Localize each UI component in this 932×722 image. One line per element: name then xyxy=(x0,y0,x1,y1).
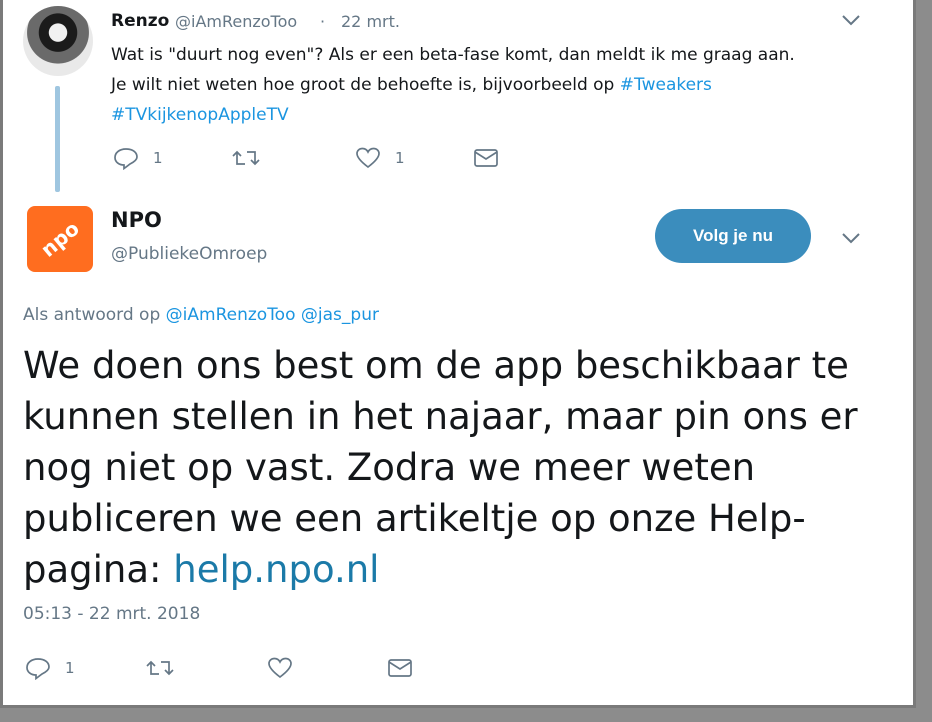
npo-direct-message-button[interactable] xyxy=(387,656,413,680)
mention-jas-pur[interactable]: @jas_pur xyxy=(301,305,379,325)
npo-avatar-logo[interactable]: npo xyxy=(27,206,93,272)
heart-icon xyxy=(268,657,292,679)
help-npo-link[interactable]: help.npo.nl xyxy=(173,548,379,591)
tweet-timestamp[interactable]: 05:13 - 22 mrt. 2018 xyxy=(23,604,200,624)
renzo-avatar[interactable] xyxy=(23,6,93,76)
npo-tweet-line-2: kunnen stellen in het najaar, maar pin o… xyxy=(23,395,858,438)
npo-tweet-line-4: publiceren we een artikeltje op onze Hel… xyxy=(23,497,806,540)
npo-handle[interactable]: @PubliekeOmroep xyxy=(111,244,267,264)
hashtag-tweakers[interactable]: #Tweakers xyxy=(620,75,712,95)
renzo-tweet-line-2-text: Je wilt niet weten hoe groot de behoefte… xyxy=(111,75,620,95)
npo-logo-text: npo xyxy=(36,216,84,262)
renzo-handle[interactable]: @iAmRenzoToo xyxy=(175,12,297,31)
thread-connector-line xyxy=(55,86,60,192)
envelope-icon xyxy=(388,659,412,677)
renzo-direct-message-button[interactable] xyxy=(473,146,499,170)
npo-tweet-line-3: nog niet op vast. Zodra we meer weten xyxy=(23,446,756,489)
npo-tweet-line-1: We doen ons best om de app beschikbaar t… xyxy=(23,344,849,387)
envelope-icon xyxy=(474,149,498,167)
mention-iamrenzotoo[interactable]: @iAmRenzoToo xyxy=(166,305,296,325)
renzo-like-button[interactable]: 1 xyxy=(355,146,405,170)
heart-icon xyxy=(356,147,380,169)
reply-icon xyxy=(114,148,138,170)
tweet-conversation-panel: Renzo @iAmRenzoToo · 22 mrt. Wat is "duu… xyxy=(0,0,916,708)
reply-icon xyxy=(26,658,50,680)
renzo-retweet-button[interactable] xyxy=(231,146,261,170)
following-button[interactable]: Volg je nu xyxy=(655,209,811,263)
renzo-reply-button[interactable]: 1 xyxy=(113,146,163,170)
npo-tweet-line-5: pagina: help.npo.nl xyxy=(23,544,903,595)
npo-tweet-line-5-text: pagina: xyxy=(23,548,174,591)
renzo-tweet-line-2: Je wilt niet weten hoe groot de behoefte… xyxy=(111,70,901,100)
reply-context-label: Als antwoord op xyxy=(23,305,166,325)
npo-display-name[interactable]: NPO xyxy=(111,208,162,232)
hashtag-tvkijkenopappletv[interactable]: #TVkijkenopAppleTV xyxy=(111,105,289,125)
renzo-tweet-text: Wat is "duurt nog even"? Als er een beta… xyxy=(111,40,901,130)
npo-reply-button[interactable]: 1 xyxy=(25,656,75,680)
npo-reply-count: 1 xyxy=(65,659,75,677)
renzo-tweet-date[interactable]: 22 mrt. xyxy=(341,12,400,31)
renzo-reply-count: 1 xyxy=(153,149,163,167)
npo-logo-icon: npo xyxy=(36,216,84,262)
retweet-icon xyxy=(232,150,260,166)
npo-more-chevron-down-icon[interactable] xyxy=(841,230,861,249)
npo-retweet-button[interactable] xyxy=(145,656,175,680)
npo-like-button[interactable] xyxy=(267,656,293,680)
renzo-like-count: 1 xyxy=(395,149,405,167)
window-bottom-edge xyxy=(0,708,932,722)
window-right-edge xyxy=(916,0,932,722)
date-separator: · xyxy=(320,12,326,31)
reply-context: Als antwoord op @iAmRenzoToo @jas_pur xyxy=(23,305,379,325)
renzo-tweet-line-1: Wat is "duurt nog even"? Als er een beta… xyxy=(111,45,795,65)
renzo-display-name[interactable]: Renzo xyxy=(111,11,169,31)
retweet-icon xyxy=(146,660,174,676)
npo-tweet-text: We doen ons best om de app beschikbaar t… xyxy=(23,340,903,595)
renzo-more-chevron-down-icon[interactable] xyxy=(841,12,861,31)
